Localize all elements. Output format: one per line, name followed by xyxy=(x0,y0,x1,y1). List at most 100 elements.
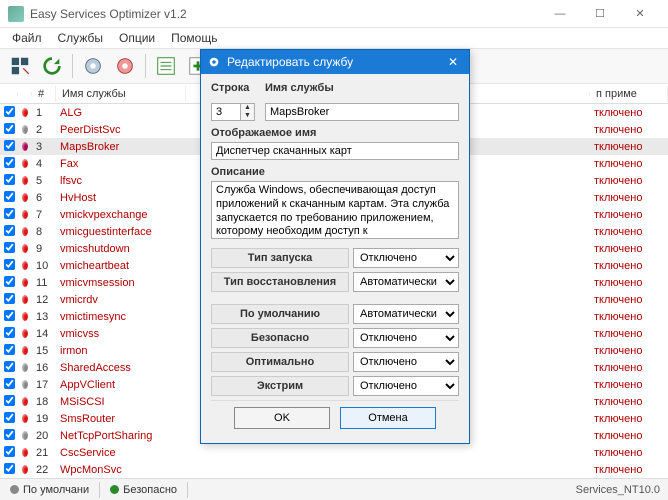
gear-icon xyxy=(207,55,221,69)
service-name: vmickvpexchange xyxy=(56,209,186,221)
window-title: Easy Services Optimizer v1.2 xyxy=(30,7,540,21)
display-name-label: Отображаемое имя xyxy=(211,127,459,139)
row-checkbox[interactable] xyxy=(4,412,15,423)
row-number: 7 xyxy=(32,209,56,221)
row-checkbox[interactable] xyxy=(4,463,15,474)
row-checkbox[interactable] xyxy=(4,225,15,236)
service-name: MapsBroker xyxy=(56,141,186,153)
default-label: По умолчанию xyxy=(211,304,349,324)
service-status: тключено xyxy=(590,447,668,459)
service-status: тключено xyxy=(590,226,668,238)
gear-blue-button[interactable] xyxy=(79,52,107,80)
table-row[interactable]: 21CscServiceтключено xyxy=(0,444,668,461)
description-field[interactable]: Служба Windows, обеспечивающая доступ пр… xyxy=(211,181,459,239)
service-status: тключено xyxy=(590,124,668,136)
recovery-type-select[interactable]: Автоматически xyxy=(353,272,459,292)
safe-select[interactable]: Отключено xyxy=(353,328,459,348)
col-startup[interactable]: п приме xyxy=(590,86,668,102)
row-number: 5 xyxy=(32,175,56,187)
status-dot-icon xyxy=(18,244,32,253)
gear-red-button[interactable] xyxy=(111,52,139,80)
optimal-select[interactable]: Отключено xyxy=(353,352,459,372)
status-dot-icon xyxy=(18,176,32,185)
ok-button[interactable]: OK xyxy=(234,407,330,429)
spin-down-icon[interactable]: ▼ xyxy=(241,112,254,120)
close-button[interactable]: ✕ xyxy=(620,0,660,28)
spin-up-icon[interactable]: ▲ xyxy=(241,104,254,112)
service-status: тключено xyxy=(590,413,668,425)
refresh-button[interactable] xyxy=(38,52,66,80)
row-number-field[interactable] xyxy=(211,103,241,121)
service-name: HvHost xyxy=(56,192,186,204)
display-name-field[interactable] xyxy=(211,142,459,160)
status-dot-icon xyxy=(18,193,32,202)
window-titlebar: Easy Services Optimizer v1.2 — ☐ ✕ xyxy=(0,0,668,28)
service-name: vmicguestinterface xyxy=(56,226,186,238)
service-status: тключено xyxy=(590,328,668,340)
row-checkbox[interactable] xyxy=(4,157,15,168)
row-checkbox[interactable] xyxy=(4,106,15,117)
col-num[interactable]: # xyxy=(32,86,56,102)
cancel-button[interactable]: Отмена xyxy=(340,407,436,429)
edit-service-dialog: Редактировать службу ✕ Строка Имя службы… xyxy=(200,49,470,444)
service-name: SmsRouter xyxy=(56,413,186,425)
list-button[interactable] xyxy=(152,52,180,80)
row-checkbox[interactable] xyxy=(4,259,15,270)
dialog-header[interactable]: Редактировать службу ✕ xyxy=(201,50,469,74)
service-name-label: Имя службы xyxy=(265,82,459,94)
row-checkbox[interactable] xyxy=(4,344,15,355)
status-tab-safe[interactable]: Безопасно xyxy=(100,482,188,498)
status-dot-icon xyxy=(18,380,32,389)
service-name: vmicshutdown xyxy=(56,243,186,255)
table-row[interactable]: 22WpcMonSvcтключено xyxy=(0,461,668,478)
row-number-input[interactable]: ▲▼ xyxy=(211,103,257,121)
row-checkbox[interactable] xyxy=(4,395,15,406)
row-checkbox[interactable] xyxy=(4,361,15,372)
col-name[interactable]: Имя службы xyxy=(56,86,186,102)
row-number: 10 xyxy=(32,260,56,272)
service-name: irmon xyxy=(56,345,186,357)
row-checkbox[interactable] xyxy=(4,293,15,304)
startup-type-select[interactable]: Отключено xyxy=(353,248,459,268)
dialog-close-icon[interactable]: ✕ xyxy=(443,55,463,69)
service-status: тключено xyxy=(590,175,668,187)
maximize-button[interactable]: ☐ xyxy=(580,0,620,28)
row-checkbox[interactable] xyxy=(4,276,15,287)
status-dot-icon xyxy=(18,159,32,168)
row-checkbox[interactable] xyxy=(4,327,15,338)
service-name-field[interactable] xyxy=(265,103,459,121)
service-status: тключено xyxy=(590,294,668,306)
open-services-button[interactable] xyxy=(6,52,34,80)
status-dot-icon xyxy=(18,210,32,219)
row-label: Строка xyxy=(211,82,257,94)
minimize-button[interactable]: — xyxy=(540,0,580,28)
menu-options[interactable]: Опции xyxy=(111,29,163,47)
menu-file[interactable]: Файл xyxy=(4,29,50,47)
row-checkbox[interactable] xyxy=(4,174,15,185)
row-checkbox[interactable] xyxy=(4,242,15,253)
row-checkbox[interactable] xyxy=(4,123,15,134)
row-checkbox[interactable] xyxy=(4,429,15,440)
service-status: тключено xyxy=(590,107,668,119)
row-number: 20 xyxy=(32,430,56,442)
status-dot-icon xyxy=(18,312,32,321)
row-checkbox[interactable] xyxy=(4,208,15,219)
row-number: 13 xyxy=(32,311,56,323)
row-number: 14 xyxy=(32,328,56,340)
menu-help[interactable]: Помощь xyxy=(163,29,225,47)
status-dot-icon xyxy=(18,108,32,117)
service-name: SharedAccess xyxy=(56,362,186,374)
row-checkbox[interactable] xyxy=(4,446,15,457)
default-select[interactable]: Автоматически xyxy=(353,304,459,324)
row-checkbox[interactable] xyxy=(4,378,15,389)
status-tab-default[interactable]: По умолчани xyxy=(0,482,100,498)
status-dot-icon xyxy=(18,431,32,440)
row-checkbox[interactable] xyxy=(4,140,15,151)
extreme-select[interactable]: Отключено xyxy=(353,376,459,396)
row-checkbox[interactable] xyxy=(4,191,15,202)
menu-services[interactable]: Службы xyxy=(50,29,111,47)
status-default-label: По умолчани xyxy=(23,484,89,496)
row-checkbox[interactable] xyxy=(4,310,15,321)
optimal-label: Оптимально xyxy=(211,352,349,372)
row-number: 18 xyxy=(32,396,56,408)
